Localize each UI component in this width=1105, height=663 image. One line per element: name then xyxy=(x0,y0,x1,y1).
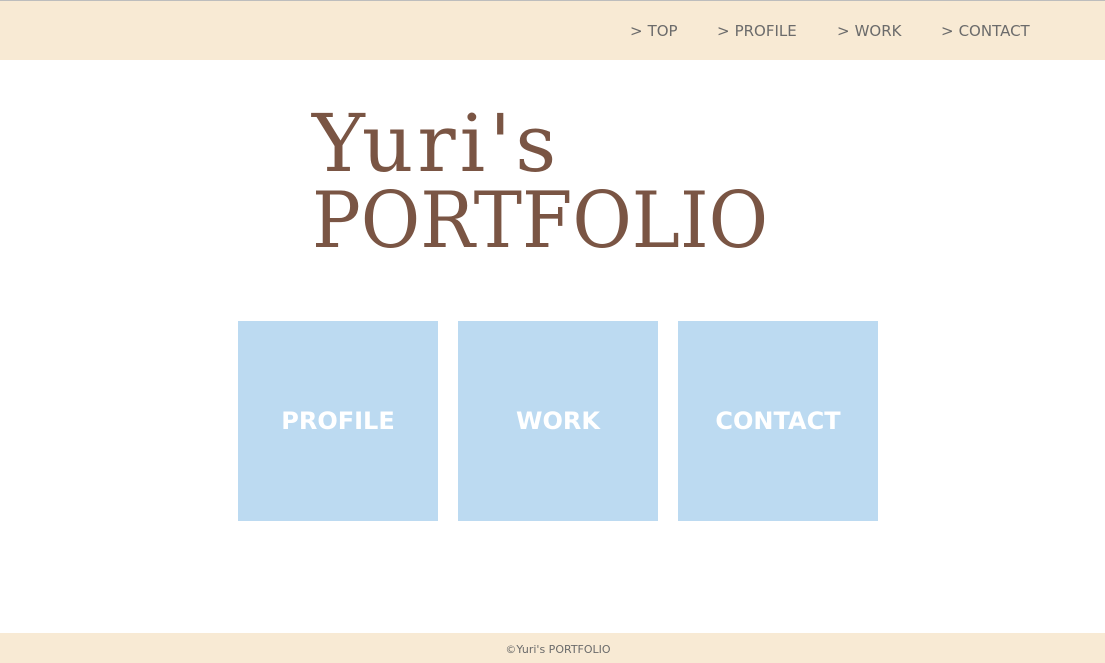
nav-link-label: CONTACT xyxy=(958,22,1030,40)
nav-link-label: PROFILE xyxy=(734,22,797,40)
tile-contact-label: CONTACT xyxy=(715,407,841,435)
nav-arrow-icon: > xyxy=(941,22,954,40)
tile-profile-label: PROFILE xyxy=(281,407,395,435)
nav-link-contact[interactable]: > CONTACT xyxy=(941,19,1030,43)
tile-profile[interactable]: PROFILE xyxy=(238,321,438,521)
site-logo: Yuri's PORTFOLIO xyxy=(312,98,812,268)
logo-line-portfolio: PORTFOLIO xyxy=(312,176,769,266)
footer-copyright: ©Yuri's PORTFOLIO xyxy=(505,643,611,656)
tile-work-label: WORK xyxy=(516,407,600,435)
tile-work[interactable]: WORK xyxy=(458,321,658,521)
nav-link-work[interactable]: > WORK xyxy=(837,19,901,43)
nav-arrow-icon: > xyxy=(717,22,730,40)
top-nav: > TOP > PROFILE > WORK > CONTACT xyxy=(0,19,1105,43)
nav-link-top[interactable]: > TOP xyxy=(630,19,678,43)
site-footer: ©Yuri's PORTFOLIO xyxy=(0,633,1105,663)
nav-link-label: TOP xyxy=(647,22,678,40)
nav-link-profile[interactable]: > PROFILE xyxy=(717,19,797,43)
nav-arrow-icon: > xyxy=(630,22,643,40)
nav-arrow-icon: > xyxy=(837,22,850,40)
site-header: > TOP > PROFILE > WORK > CONTACT xyxy=(0,0,1105,60)
nav-link-label: WORK xyxy=(854,22,902,40)
tile-contact[interactable]: CONTACT xyxy=(678,321,878,521)
